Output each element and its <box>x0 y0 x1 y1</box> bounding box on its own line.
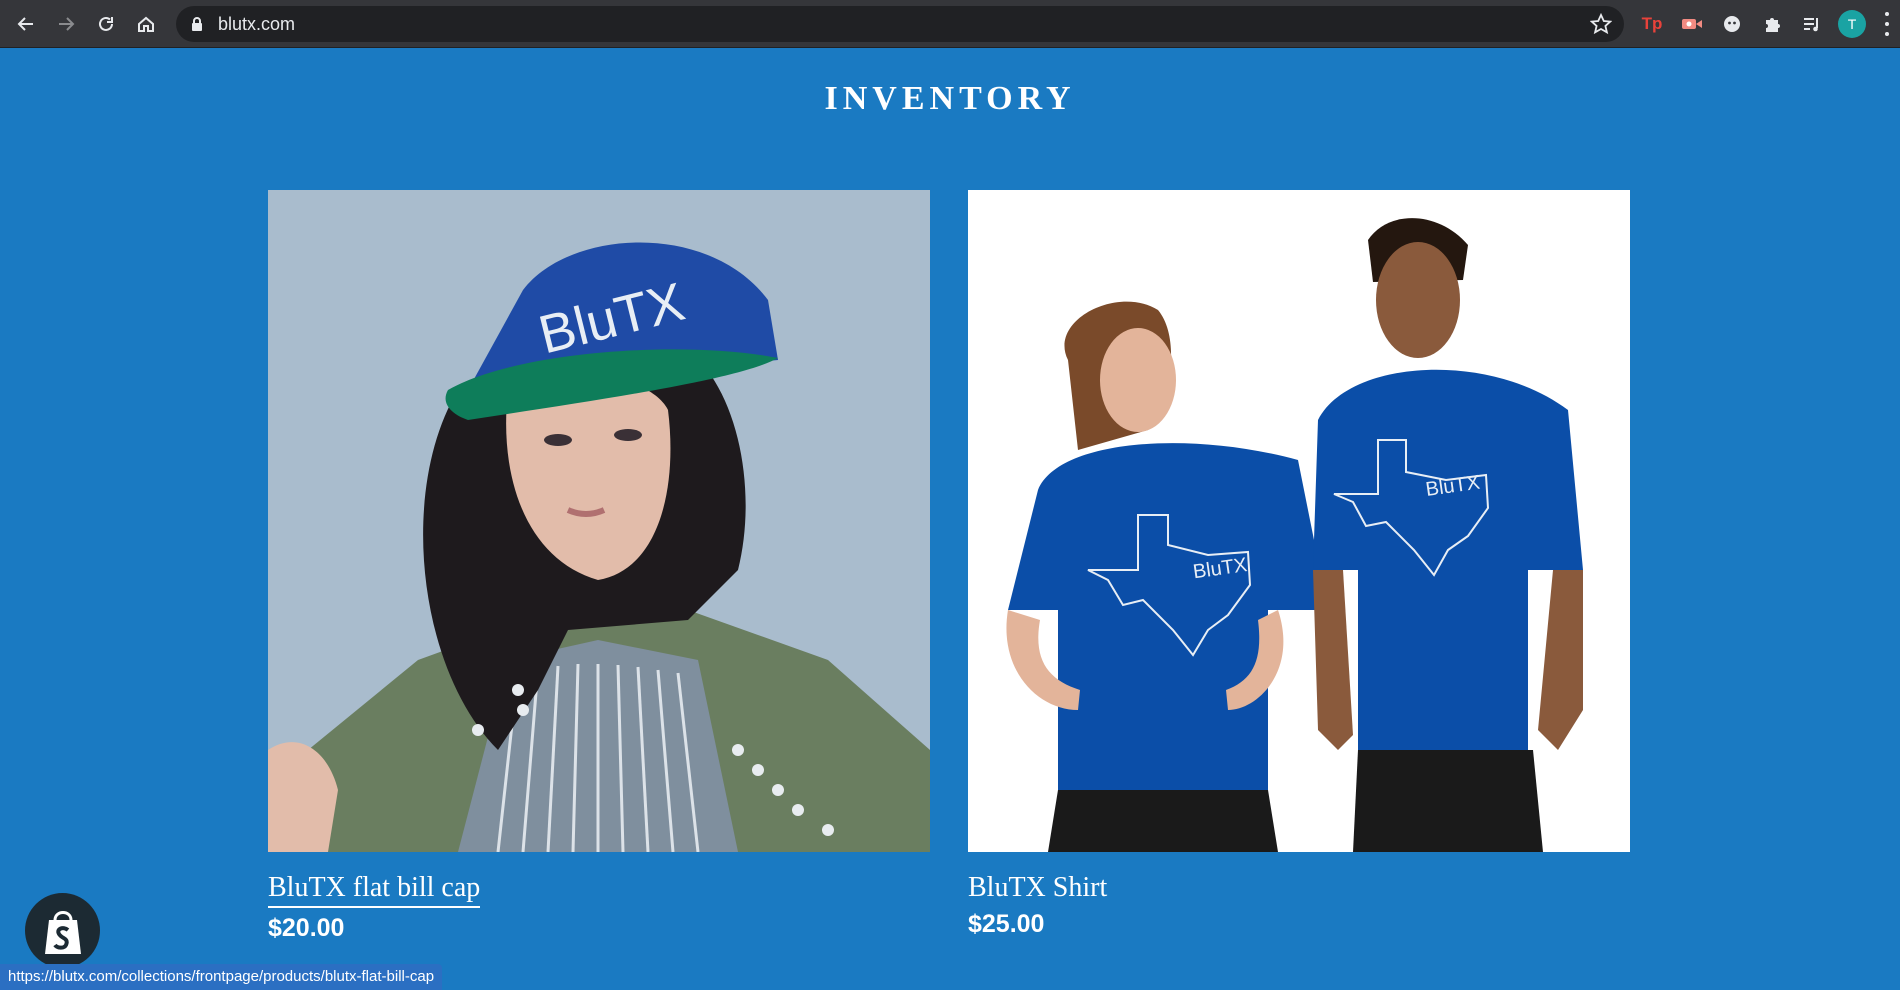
tp-extension-icon[interactable]: Tp <box>1638 10 1666 38</box>
back-icon[interactable] <box>12 10 40 38</box>
reload-icon[interactable] <box>92 10 120 38</box>
home-icon[interactable] <box>132 10 160 38</box>
browser-menu-icon[interactable] <box>1882 12 1892 36</box>
bookmark-star-icon[interactable] <box>1589 12 1613 40</box>
address-bar[interactable]: blutx.com <box>176 6 1624 42</box>
product-card[interactable]: BluTX BluTX BluTX Shirt $25.00 <box>968 190 1630 939</box>
product-price: $25.00 <box>968 910 1045 938</box>
page-title: INVENTORY <box>824 80 1076 117</box>
product-image-cap[interactable]: BluTX <box>268 190 930 852</box>
lock-icon <box>190 16 204 37</box>
product-title[interactable]: BluTX flat bill cap <box>268 872 481 908</box>
product-price: $20.00 <box>268 914 345 942</box>
url-text[interactable]: blutx.com <box>218 14 295 35</box>
product-card[interactable]: BluTX BluTX flat bill cap $20.00 <box>268 190 930 943</box>
scrollbar[interactable] <box>1890 48 1900 990</box>
screen-recorder-icon[interactable] <box>1678 10 1706 38</box>
product-image-shirt[interactable]: BluTX BluTX <box>968 190 1630 852</box>
profile-avatar[interactable]: T <box>1838 10 1866 38</box>
shopify-bag-icon[interactable] <box>25 893 100 968</box>
ghost-extension-icon[interactable] <box>1718 10 1746 38</box>
status-bar-url: https://blutx.com/collections/frontpage/… <box>0 964 443 990</box>
reading-list-icon[interactable] <box>1798 10 1826 38</box>
browser-toolbar: blutx.com Tp T <box>0 0 1900 48</box>
puzzle-extensions-icon[interactable] <box>1758 10 1786 38</box>
forward-icon[interactable] <box>52 10 80 38</box>
product-title[interactable]: BluTX Shirt <box>968 872 1107 904</box>
